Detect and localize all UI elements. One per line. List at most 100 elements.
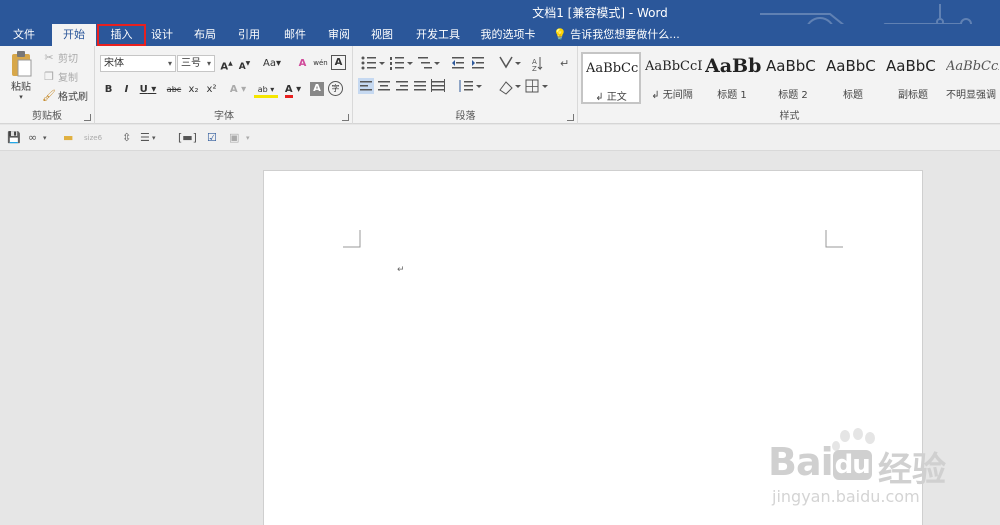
text-effects-icon: A [229,84,238,95]
underline-button[interactable]: U ▾ [136,81,160,98]
style-subtitle[interactable]: AaBbC 副标题 [883,52,943,104]
enclose-characters-icon: 字 [331,84,340,93]
tab-view[interactable]: 视图 [365,24,399,46]
clipboard-launcher-icon[interactable] [84,114,91,121]
sort-icon: AZ [532,57,543,73]
phonetic-guide-button[interactable]: wén [312,55,329,72]
tab-home[interactable]: 开始 [52,24,96,46]
margin-corner-top-right [825,230,843,248]
chevron-down-icon[interactable]: ▾ [152,130,156,146]
style-heading-1[interactable]: AaBb 标题 1 [702,52,762,104]
highlight-color-button[interactable]: ab ▾ [254,81,278,98]
styles-group-label: 样式 [779,111,800,122]
font-name-combo[interactable]: 宋体 ▾ [100,55,176,72]
link-icon[interactable]: ∞ [28,130,37,146]
multilevel-list-icon [418,57,440,69]
paste-icon [12,51,32,77]
tab-layout[interactable]: 布局 [188,24,222,46]
decrease-indent-icon [452,57,464,69]
paragraph-group-label: 段落 [455,111,476,122]
shrink-font-button[interactable]: A▼ [236,55,253,72]
title-bar: 文档1 [兼容模式] - Word [0,0,1000,47]
font-launcher-icon[interactable] [342,114,349,121]
format-painter-button[interactable]: 🖌 格式刷 [42,88,88,104]
paste-button[interactable]: 粘贴 ▾ [6,50,36,102]
highlighter-icon: ab [257,85,268,94]
underline-icon: U [139,84,148,95]
cut-label: 剪切 [58,54,78,65]
copy-button[interactable]: ❐ 复制 [42,69,78,85]
tab-review[interactable]: 审阅 [322,24,356,46]
shading-icon [499,81,521,95]
quick-access-toolbar: 💾 ∞ ▾ ▬ size6 ⇳ ☰ ▾ [▬] ☑ ▣ ▾ [0,125,1000,151]
style-no-spacing[interactable]: AaBbCcDd ↲ 无间隔 [642,52,702,104]
font-size-value: 三号 [181,58,201,69]
fit-width-icon[interactable]: [▬] [178,130,197,146]
style-sample: AaBbCcDd [586,61,639,76]
svg-text:Z: Z [532,65,537,73]
style-name: ↲ 正文 [595,92,627,103]
margin-corner-top-left [343,230,361,248]
style-sample: AaBbC [766,57,816,75]
line-spacing-icon[interactable]: ☰ [140,130,150,146]
save-icon[interactable]: 💾 [7,130,21,146]
chevron-down-icon[interactable]: ▾ [246,130,250,146]
tab-insert[interactable]: 插入 [97,24,146,46]
style-name: 标题 [843,90,863,101]
font-color-button[interactable]: A ▾ [281,81,305,98]
strikethrough-icon: abc [166,85,182,94]
tab-my-options[interactable]: 我的选项卡 [474,24,542,46]
picture-icon[interactable]: ▣ [229,130,239,146]
chevron-down-icon[interactable]: ▾ [43,130,47,146]
size-label[interactable]: size6 [84,130,102,146]
paragraph-launcher-icon[interactable] [567,114,574,121]
tab-design[interactable]: 设计 [146,24,178,46]
grow-font-button[interactable]: A▲ [218,55,235,72]
style-sample: AaBbCcDd [946,59,999,74]
subscript-button[interactable]: x₂ [185,81,202,98]
lightbulb-icon: 💡 [553,28,567,41]
superscript-button[interactable]: x² [203,81,220,98]
paragraph-group: AZ ↵ 段落 [354,46,578,124]
chevron-down-icon: ▾ [167,59,172,68]
tab-mailings[interactable]: 邮件 [278,24,312,46]
style-sample: AaBbCcDd [645,59,702,74]
folder-icon[interactable]: ▬ [63,130,73,146]
paragraph-icons: AZ ↵ [358,56,569,95]
copy-label: 复制 [58,73,78,84]
clear-formatting-button[interactable]: A [294,55,311,72]
style-title[interactable]: AaBbC 标题 [823,52,883,104]
change-case-button[interactable]: Aa▾ [259,55,285,72]
text-effects-button[interactable]: A ▾ [226,81,250,98]
strikethrough-button[interactable]: abc [164,81,184,98]
column-width-icon[interactable]: ⇳ [122,130,131,146]
increase-indent-icon [472,57,484,69]
align-right-icon [396,81,408,91]
tell-me-box[interactable]: 💡 告诉我您想要做什么... [553,24,680,46]
checkbox-icon[interactable]: ☑ [207,130,217,146]
style-normal[interactable]: AaBbCcDd ↲ 正文 [581,52,641,104]
bold-icon: B [104,84,113,95]
clipboard-group: 粘贴 ▾ ✂ 剪切 ❐ 复制 🖌 格式刷 剪贴板 [0,46,95,124]
font-size-combo[interactable]: 三号 ▾ [177,55,215,72]
change-case-icon: Aa [263,58,276,69]
watermark-url: jingyan.baidu.com [772,487,920,506]
watermark-cn: 经验 [878,450,946,490]
bold-button[interactable]: B [100,81,117,98]
style-name: 副标题 [898,90,928,101]
tab-references[interactable]: 引用 [232,24,266,46]
style-subtle-emphasis[interactable]: AaBbCcDd 不明显强调 [943,52,999,104]
tab-file[interactable]: 文件 [4,24,44,46]
shrink-font-icon: A [238,62,246,72]
cut-button[interactable]: ✂ 剪切 [42,50,78,66]
style-name: 标题 1 [717,90,747,101]
character-border-button[interactable]: A [331,55,346,70]
font-group: 宋体 ▾ 三号 ▾ A▲ A▼ Aa▾ A wén A B I U ▾ abc … [96,46,353,124]
tab-developer[interactable]: 开发工具 [409,24,467,46]
svg-text:↵: ↵ [560,57,569,70]
style-heading-2[interactable]: AaBbC 标题 2 [763,52,823,104]
enclose-characters-button[interactable]: 字 [328,81,343,96]
character-shading-button[interactable]: A [310,82,324,96]
italic-button[interactable]: I [118,81,135,98]
paste-dropdown-icon[interactable]: ▾ [19,93,23,101]
